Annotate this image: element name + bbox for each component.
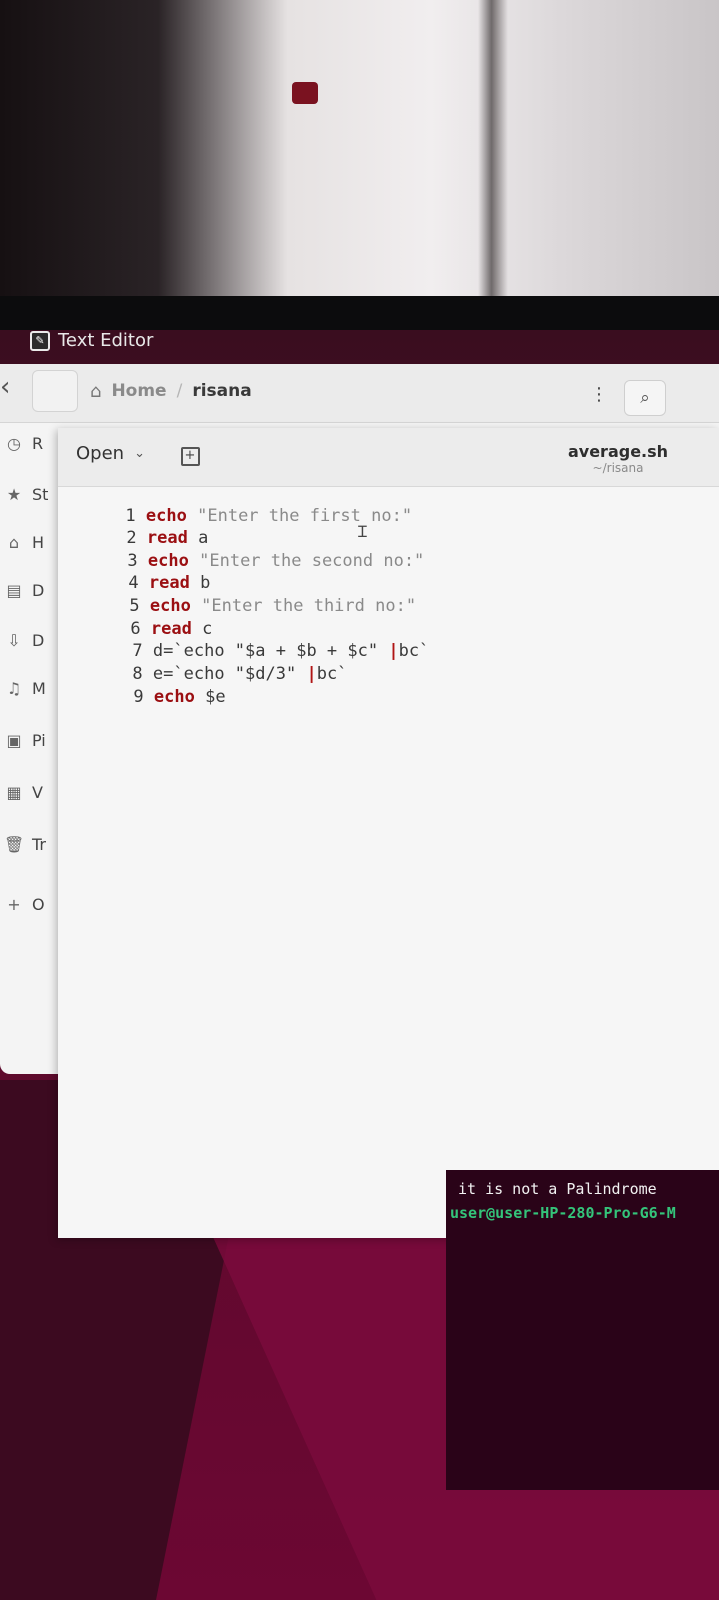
open-label: Open [76,442,125,464]
editor-header: Open ⌄ + average.sh ~/risana [58,428,719,487]
sidebar-item-label: D [32,580,45,600]
star-icon: ★ [6,484,22,504]
document-path: ~/risana [592,461,644,475]
top-panel: ✎ Text Editor [0,330,719,356]
sidebar-item-label: D [32,630,45,650]
path-bar[interactable]: ⌂ Home / risana [90,372,580,410]
music-icon: ♫ [6,678,22,698]
sidebar-item-label: Pi [32,730,46,750]
path-folder[interactable]: risana [192,381,251,401]
recent-icon: ◷ [7,433,21,453]
back-icon[interactable]: ‹ [0,372,10,402]
file-manager-header: ‹ ⌂ Home / risana ⋮ ⌕ [0,364,719,423]
code-line: 3 echo "Enter the second no:" [66,531,424,571]
background-wall [0,0,719,330]
text-editor-icon: ✎ [30,330,50,351]
sidebar-item-trash[interactable]: 🗑 Tr [4,832,46,856]
terminal-window[interactable]: it is not a Palindrome user@user-HP-280-… [446,1170,719,1490]
code-line: 2 read a [65,508,208,548]
path-separator: / [176,381,183,401]
search-icon[interactable]: ⌕ [624,380,666,416]
code-text: bc` [398,641,430,661]
pipe-symbol: | [306,664,317,684]
app-name: Text Editor [58,330,154,351]
ibeam-cursor-icon: Ɪ [358,522,367,541]
code-line: 1 echo "Enter the first no:" [64,486,412,526]
sidebar-item-recent[interactable]: ◷ R [4,431,43,455]
code-text: bc` [316,664,348,684]
new-tab-button[interactable]: + [174,440,206,472]
videos-icon: ▦ [6,782,22,802]
code-line: 9 echo $e [72,667,225,707]
sidebar-item-label: M [32,678,46,698]
sidebar-item-documents[interactable]: ▤ D [4,578,44,602]
wall-mark [292,82,318,104]
sidebar-item-label: St [32,484,49,504]
trash-icon: 🗑 [4,834,25,854]
menu-icon[interactable]: ⋮ [584,380,614,410]
open-button[interactable]: Open ⌄ [64,436,160,470]
code-text: $e [205,687,226,707]
sidebar-item-other-locations[interactable]: + O [4,892,45,916]
sidebar-item-label: Tr [32,834,46,854]
pictures-icon: ▣ [6,730,22,750]
text-editor-window: Open ⌄ + average.sh ~/risana 1 echo "Ent… [58,428,719,1238]
forward-button[interactable] [32,370,78,412]
sidebar-item-pictures[interactable]: ▣ Pi [4,728,46,752]
new-document-icon: + [180,447,200,466]
sidebar-item-label: V [32,782,43,802]
sidebar-item-starred[interactable]: ★ St [4,482,49,506]
code-line: 7 d=`echo "$a + $b + $c" |bc` [71,621,429,661]
sidebar-item-downloads[interactable]: ⇩ D [4,628,44,652]
code-line: 4 read b [67,553,210,593]
home-icon: ⌂ [90,380,102,402]
sidebar-item-label: R [32,433,44,453]
document-name: average.sh [567,442,669,461]
line-number: 9 [133,687,144,707]
home-icon: ⌂ [8,532,20,552]
code-text: "Enter the third no:" [201,596,417,616]
downloads-icon: ⇩ [7,630,21,650]
sidebar-item-home[interactable]: ⌂ H [4,530,44,554]
app-menu[interactable]: ✎ Text Editor [30,330,153,351]
sidebar-item-music[interactable]: ♫ M [4,676,46,700]
sidebar-item-label: O [32,894,45,914]
code-line: 6 read c [69,599,212,639]
code-line: 8 e=`echo "$d/3" |bc` [71,644,347,684]
sidebar-item-videos[interactable]: ▦ V [4,780,43,804]
sidebar-item-label: H [32,532,45,552]
keyword: echo [153,687,195,707]
terminal-output: it is not a Palindrome [458,1180,657,1198]
wall-shadow [478,0,508,320]
terminal-prompt: user@user-HP-280-Pro-G6-M [450,1204,676,1222]
pipe-symbol: | [388,641,399,661]
code-text: "Enter the first no:" [197,506,413,526]
plus-icon: + [7,894,21,914]
documents-icon: ▤ [6,580,22,600]
code-text: "Enter the second no:" [199,551,425,571]
path-home[interactable]: Home [111,381,166,401]
chevron-down-icon: ⌄ [134,445,145,461]
document-title: average.sh ~/risana [528,442,708,475]
code-line: 5 echo "Enter the third no:" [68,576,416,616]
